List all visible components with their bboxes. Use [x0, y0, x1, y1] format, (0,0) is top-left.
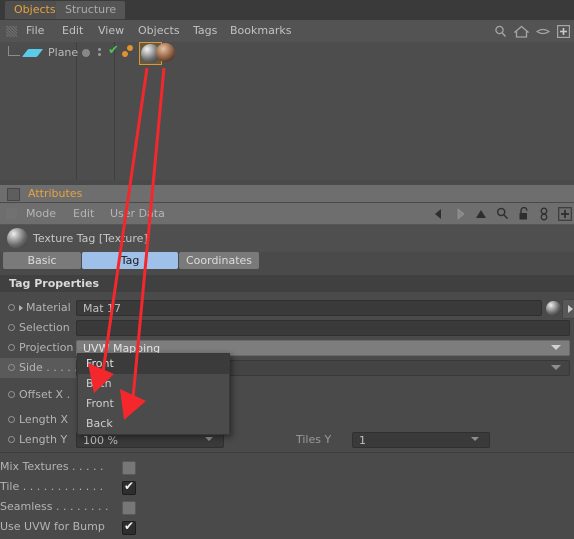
property-label-material: Material [0, 298, 80, 318]
chevron-down-icon[interactable] [205, 437, 213, 441]
checkbox-label-use-uvw-for-bump: Use UVW for Bump [0, 520, 105, 533]
panel-title: Attributes [28, 187, 83, 200]
animate-dot-icon[interactable] [8, 304, 15, 311]
menu-objects[interactable]: Objects [138, 20, 180, 42]
eye-icon[interactable] [536, 27, 550, 36]
checkbox-label-mix-textures: Mix Textures . . . . . [0, 460, 104, 473]
attribute-tabs: Basic Tag Coordinates [3, 252, 259, 269]
home-icon[interactable] [514, 25, 529, 38]
tab-basic[interactable]: Basic [3, 252, 81, 269]
object-manager-tabstrip: Objects Structure [0, 0, 574, 20]
panel-toggle-icon[interactable] [7, 188, 20, 201]
plane-object-icon [21, 49, 44, 57]
attributes-titlebar: Attributes [0, 185, 574, 202]
material-thumbnail-icon[interactable] [546, 301, 561, 316]
animate-dot-icon[interactable] [8, 416, 15, 423]
property-label-tiles-y: Tiles Y [296, 433, 332, 446]
property-label-length-y: Length Y [0, 430, 80, 450]
tree-branch-icon [8, 46, 20, 56]
menu-edit[interactable]: Edit [73, 203, 94, 224]
tab-tag[interactable]: Tag [82, 252, 178, 269]
menu-grip-icon[interactable] [6, 208, 17, 219]
up-arrow-icon[interactable] [475, 208, 487, 220]
checkbox-row-tile: Tile . . . . . . . . . . . . [0, 477, 574, 497]
dropdown-option-back[interactable]: Back [78, 414, 229, 434]
chevron-down-icon[interactable] [551, 365, 561, 370]
texture-tag-2[interactable] [155, 42, 176, 63]
object-manager-menubar: File Edit View Objects Tags Bookmarks [0, 20, 574, 43]
visibility-dot-icon[interactable] [82, 49, 90, 57]
lock-icon[interactable] [518, 206, 530, 221]
tab-structure[interactable]: Structure [56, 1, 126, 19]
forward-arrow-icon[interactable] [454, 207, 466, 220]
orange-dots-icon[interactable] [122, 45, 136, 59]
animate-dot-icon[interactable] [8, 436, 15, 443]
checkbox-mix-textures[interactable] [122, 461, 136, 475]
checkbox-row-seamless: Seamless . . . . . . . . [0, 497, 574, 517]
expand-triangle-icon[interactable] [19, 305, 23, 311]
property-row-selection: Selection [0, 318, 574, 338]
menu-mode[interactable]: Mode [26, 203, 56, 224]
material-field[interactable]: Mat 17 [76, 300, 542, 316]
menu-tags[interactable]: Tags [193, 20, 217, 42]
visibility-dots-icon[interactable] [98, 48, 101, 56]
checkbox-label-tile: Tile . . . . . . . . . . . . [0, 480, 104, 493]
chevron-down-icon[interactable] [551, 345, 561, 350]
dropdown-current-value[interactable]: Front [78, 354, 229, 374]
material-thumbnail-icon [156, 43, 175, 62]
back-arrow-icon[interactable] [433, 208, 445, 220]
table-row[interactable]: Plane ✔ [0, 42, 574, 65]
dropdown-option-both[interactable]: Both [78, 374, 229, 394]
chain-icon[interactable] [539, 207, 549, 221]
menu-user-data[interactable]: User Data [110, 203, 165, 224]
attribute-object-title: Texture Tag [Texture] [33, 232, 148, 245]
checkbox-tile[interactable] [122, 479, 136, 495]
selection-field[interactable] [76, 320, 570, 336]
checkbox-row-use-uvw-for-bump: Use UVW for Bump [0, 517, 574, 537]
object-label: Plane [48, 46, 79, 59]
object-row-plane[interactable]: Plane [8, 42, 78, 64]
checkbox-label-seamless: Seamless . . . . . . . . [0, 500, 109, 513]
plus-icon[interactable] [557, 24, 570, 38]
attribute-manager-menubar: Mode Edit User Data [0, 203, 574, 225]
section-tag-properties: Tag Properties [0, 275, 574, 292]
attribute-object-header: Texture Tag [Texture] [0, 225, 574, 252]
property-row-material: Material Mat 17 [0, 298, 574, 319]
cinema4d-window: Objects Structure File Edit View Objects… [0, 0, 574, 539]
animate-dot-icon[interactable] [8, 391, 15, 398]
object-manager-icon-group [494, 20, 570, 42]
section-title: Tag Properties [9, 277, 100, 290]
menu-bookmarks[interactable]: Bookmarks [230, 20, 291, 42]
object-tree[interactable]: Plane ✔ [0, 42, 574, 180]
attribute-nav-icon-group [433, 203, 572, 224]
property-label-length-x: Length X [0, 410, 80, 430]
property-label-offset-x: Offset X . [0, 385, 80, 405]
checkbox-use-uvw-for-bump[interactable] [122, 519, 136, 535]
search-icon[interactable] [494, 25, 507, 38]
texture-tag-icon [7, 228, 28, 249]
tab-coordinates[interactable]: Coordinates [179, 252, 259, 269]
chevron-down-icon[interactable] [471, 437, 479, 441]
checkbox-seamless[interactable] [122, 501, 136, 515]
material-open-button[interactable] [562, 299, 574, 319]
menu-grip-icon[interactable] [6, 26, 17, 37]
animate-dot-icon[interactable] [8, 324, 15, 331]
menu-view[interactable]: View [98, 20, 124, 42]
object-manager-panel: Objects Structure File Edit View Objects… [0, 0, 574, 180]
plus-icon[interactable] [558, 206, 572, 221]
animate-dot-icon[interactable] [8, 364, 15, 371]
property-label-selection: Selection [0, 318, 80, 338]
property-label-projection: Projection [0, 338, 80, 358]
checkbox-row-mix-textures: Mix Textures . . . . . [0, 457, 574, 477]
search-icon[interactable] [496, 207, 509, 220]
dropdown-option-front[interactable]: Front [78, 394, 229, 414]
side-dropdown-popup[interactable]: Front Both Front Back [77, 353, 230, 435]
enable-check-icon[interactable]: ✔ [108, 44, 119, 57]
property-label-side: Side . . . . . . [0, 358, 85, 378]
menu-file[interactable]: File [26, 20, 44, 42]
section-divider [0, 452, 574, 453]
menu-edit[interactable]: Edit [62, 20, 83, 42]
tiles-y-field[interactable]: 1 [352, 432, 490, 448]
animate-dot-icon[interactable] [8, 344, 15, 351]
